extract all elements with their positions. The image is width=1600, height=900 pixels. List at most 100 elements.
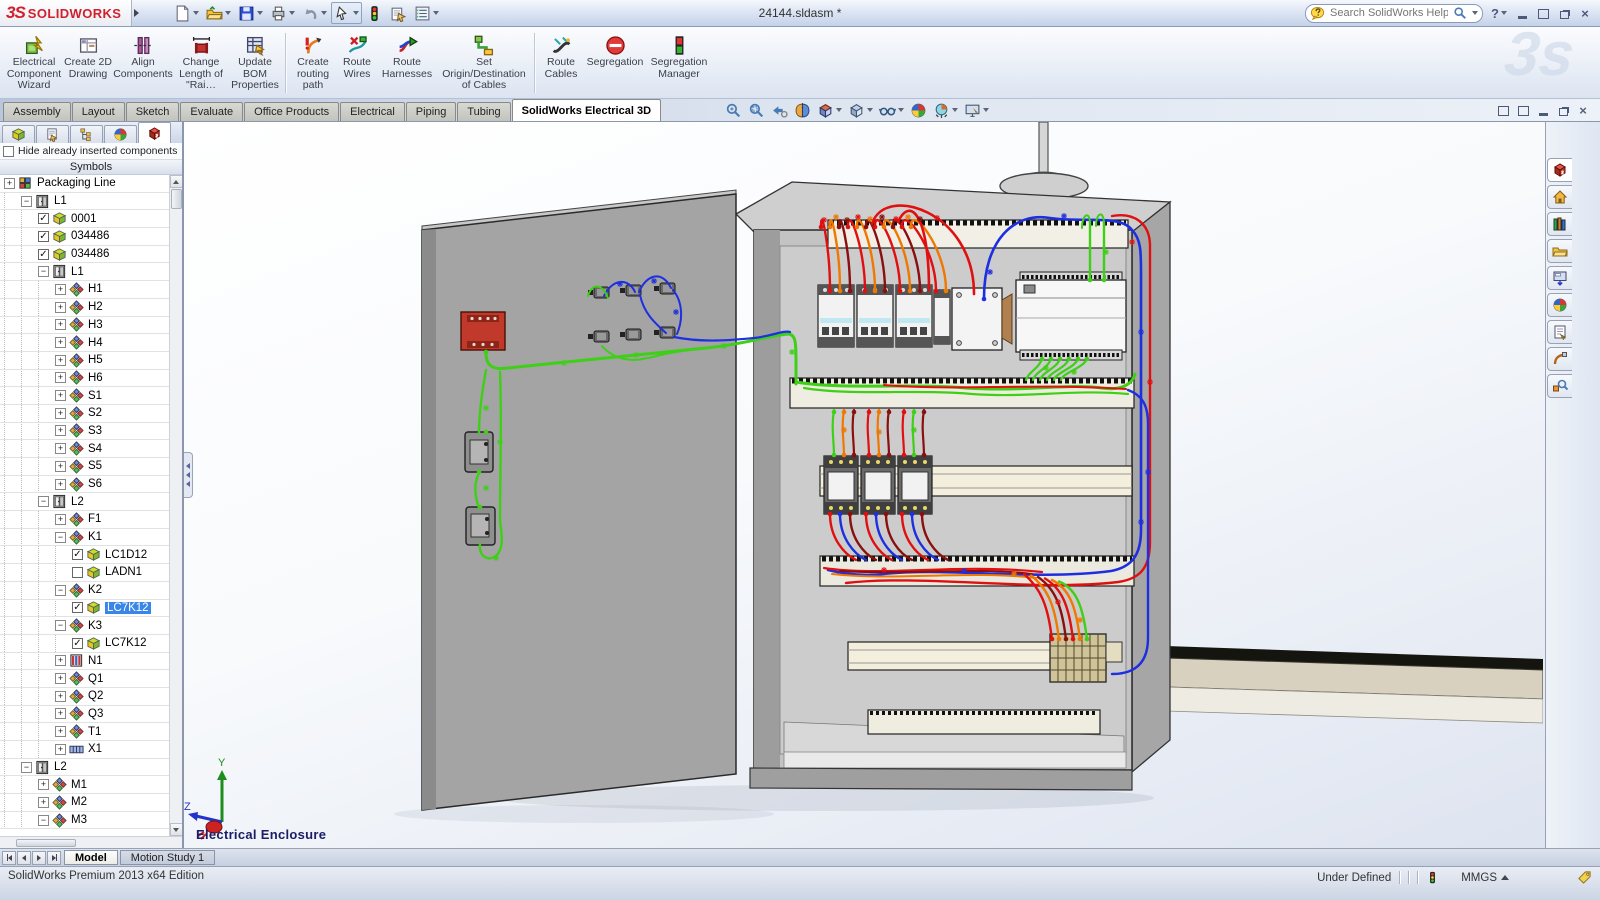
taskpane-routing-library-button[interactable] [1547, 347, 1572, 371]
visibility-checkbox[interactable]: ✓ [72, 602, 83, 613]
taskpane-view-palette-button[interactable] [1547, 266, 1572, 290]
tree-item-m1[interactable]: +M1 [0, 776, 169, 794]
previous-view-button[interactable] [770, 100, 789, 120]
sheet-tab-model[interactable]: Model [64, 850, 118, 865]
edit-appearance-button[interactable] [909, 100, 928, 120]
save-button[interactable] [235, 2, 266, 24]
conveyor-beam[interactable] [1166, 646, 1543, 723]
expander-plus[interactable]: + [55, 372, 66, 383]
expander-plus[interactable]: + [55, 355, 66, 366]
close-button[interactable]: × [1578, 7, 1592, 19]
antenna-mast[interactable] [1000, 122, 1088, 199]
section-view-button[interactable] [793, 100, 812, 120]
expander-plus[interactable]: + [55, 691, 66, 702]
tree-item-h1[interactable]: +H1 [0, 281, 169, 299]
expander-plus[interactable]: + [55, 284, 66, 295]
view-settings-button[interactable] [963, 100, 990, 120]
expander-plus[interactable]: + [55, 744, 66, 755]
sheet-tab-motion-study-1[interactable]: Motion Study 1 [120, 850, 215, 865]
search-icon[interactable] [1453, 6, 1467, 20]
tree-item-s4[interactable]: +S4 [0, 440, 169, 458]
expander-minus[interactable]: − [38, 266, 49, 277]
cascade-button[interactable] [1557, 7, 1571, 19]
expander-plus[interactable]: + [55, 514, 66, 525]
last-tab-button[interactable] [47, 851, 61, 865]
tree-item-t1[interactable]: +T1 [0, 723, 169, 741]
help-search-input[interactable] [1328, 6, 1450, 20]
expander-plus[interactable]: + [4, 178, 15, 189]
ribbon-button-segregation-manager[interactable]: Segregation Manager [646, 31, 712, 93]
tree-item-lc7k12[interactable]: ✓LC7K12 [0, 635, 169, 653]
ribbon-button-segregation[interactable]: Segregation [584, 31, 646, 93]
tree-item-l1[interactable]: −L1 [0, 263, 169, 281]
tab-electrical[interactable]: Electrical [340, 102, 405, 121]
tree-item-k1[interactable]: −K1 [0, 529, 169, 547]
expander-plus[interactable]: + [38, 779, 49, 790]
ribbon-button-create-2d-drawing[interactable]: Create 2D Drawing [64, 31, 112, 93]
tree-item-n1[interactable]: +N1 [0, 653, 169, 671]
tab-solidworks-electrical-3d[interactable]: SolidWorks Electrical 3D [512, 99, 661, 121]
tab-piping[interactable]: Piping [406, 102, 457, 121]
visibility-checkbox[interactable]: ✓ [38, 231, 49, 242]
apply-scene-button[interactable] [932, 100, 959, 120]
expander-minus[interactable]: − [55, 620, 66, 631]
tab-office-products[interactable]: Office Products [244, 102, 339, 121]
ribbon-button-create-routing-path[interactable]: Create routing path [289, 31, 337, 93]
tree-item-h2[interactable]: +H2 [0, 299, 169, 317]
expander-minus[interactable]: − [55, 585, 66, 596]
visibility-checkbox[interactable]: ✓ [72, 549, 83, 560]
taskpane-custom-properties-button[interactable] [1547, 320, 1572, 344]
panel-tab-properties[interactable] [36, 125, 69, 143]
tree-scrollbar[interactable] [169, 175, 182, 836]
print-button[interactable] [267, 2, 298, 24]
interference-check-button[interactable] [363, 2, 386, 24]
enclosure-door[interactable] [422, 190, 736, 810]
expander-plus[interactable]: + [55, 673, 66, 684]
tree-item-0001[interactable]: ✓0001 [0, 210, 169, 228]
tab-assembly[interactable]: Assembly [3, 102, 71, 121]
tree-item-s3[interactable]: +S3 [0, 423, 169, 441]
scroll-down-button[interactable] [170, 823, 183, 836]
tree-item-k2[interactable]: −K2 [0, 582, 169, 600]
expander-plus[interactable]: + [55, 461, 66, 472]
tag-icon[interactable] [1577, 870, 1592, 885]
tree-item-packaging-line[interactable]: +Packaging Line [0, 175, 169, 193]
expander-plus[interactable]: + [55, 443, 66, 454]
ribbon-button-update-bom-properties[interactable]: Update BOM Properties [228, 31, 282, 93]
door-switch-2[interactable] [466, 507, 495, 545]
tree-item-q3[interactable]: +Q3 [0, 706, 169, 724]
options-button[interactable] [411, 2, 442, 24]
tab-sketch[interactable]: Sketch [126, 102, 180, 121]
expander-minus[interactable]: − [55, 532, 66, 543]
menu-expand-arrow[interactable] [134, 9, 139, 17]
tree-item-q2[interactable]: +Q2 [0, 688, 169, 706]
tree-item-l2[interactable]: −L2 [0, 493, 169, 511]
next-tab-button[interactable] [32, 851, 46, 865]
tree-item-s6[interactable]: +S6 [0, 476, 169, 494]
door-relay-component[interactable] [461, 312, 505, 350]
tree-item-m3[interactable]: −M3 [0, 812, 169, 830]
tree-item-q1[interactable]: +Q1 [0, 670, 169, 688]
tree-item-h4[interactable]: +H4 [0, 334, 169, 352]
tree-item-ladn1[interactable]: LADN1 [0, 564, 169, 582]
help-search-box[interactable] [1305, 4, 1483, 23]
visibility-checkbox[interactable] [72, 567, 83, 578]
tree-hscrollbar[interactable] [0, 836, 182, 848]
new-document-button[interactable] [171, 2, 202, 24]
units-selector[interactable]: MMGS [1461, 872, 1509, 884]
undo-button[interactable] [299, 2, 330, 24]
tree-item-l1[interactable]: −L1 [0, 193, 169, 211]
graphics-area[interactable]: Y Z Electrical Enclosure [184, 122, 1545, 848]
doc-pane-left-icon[interactable] [1496, 104, 1510, 116]
expander-plus[interactable]: + [55, 655, 66, 666]
doc-pane-right-icon[interactable] [1516, 104, 1530, 116]
tree-item-s1[interactable]: +S1 [0, 387, 169, 405]
tree-item-k3[interactable]: −K3 [0, 617, 169, 635]
panel-tab-structure[interactable] [70, 125, 103, 143]
middle-contactors[interactable] [824, 456, 932, 514]
tree-item-h5[interactable]: +H5 [0, 352, 169, 370]
ribbon-button-route-wires[interactable]: Route Wires [337, 31, 377, 93]
visibility-checkbox[interactable]: ✓ [72, 638, 83, 649]
ribbon-button-route-cables[interactable]: Route Cables [538, 31, 584, 93]
taskpane-solidworks-resources-button[interactable] [1547, 158, 1572, 182]
